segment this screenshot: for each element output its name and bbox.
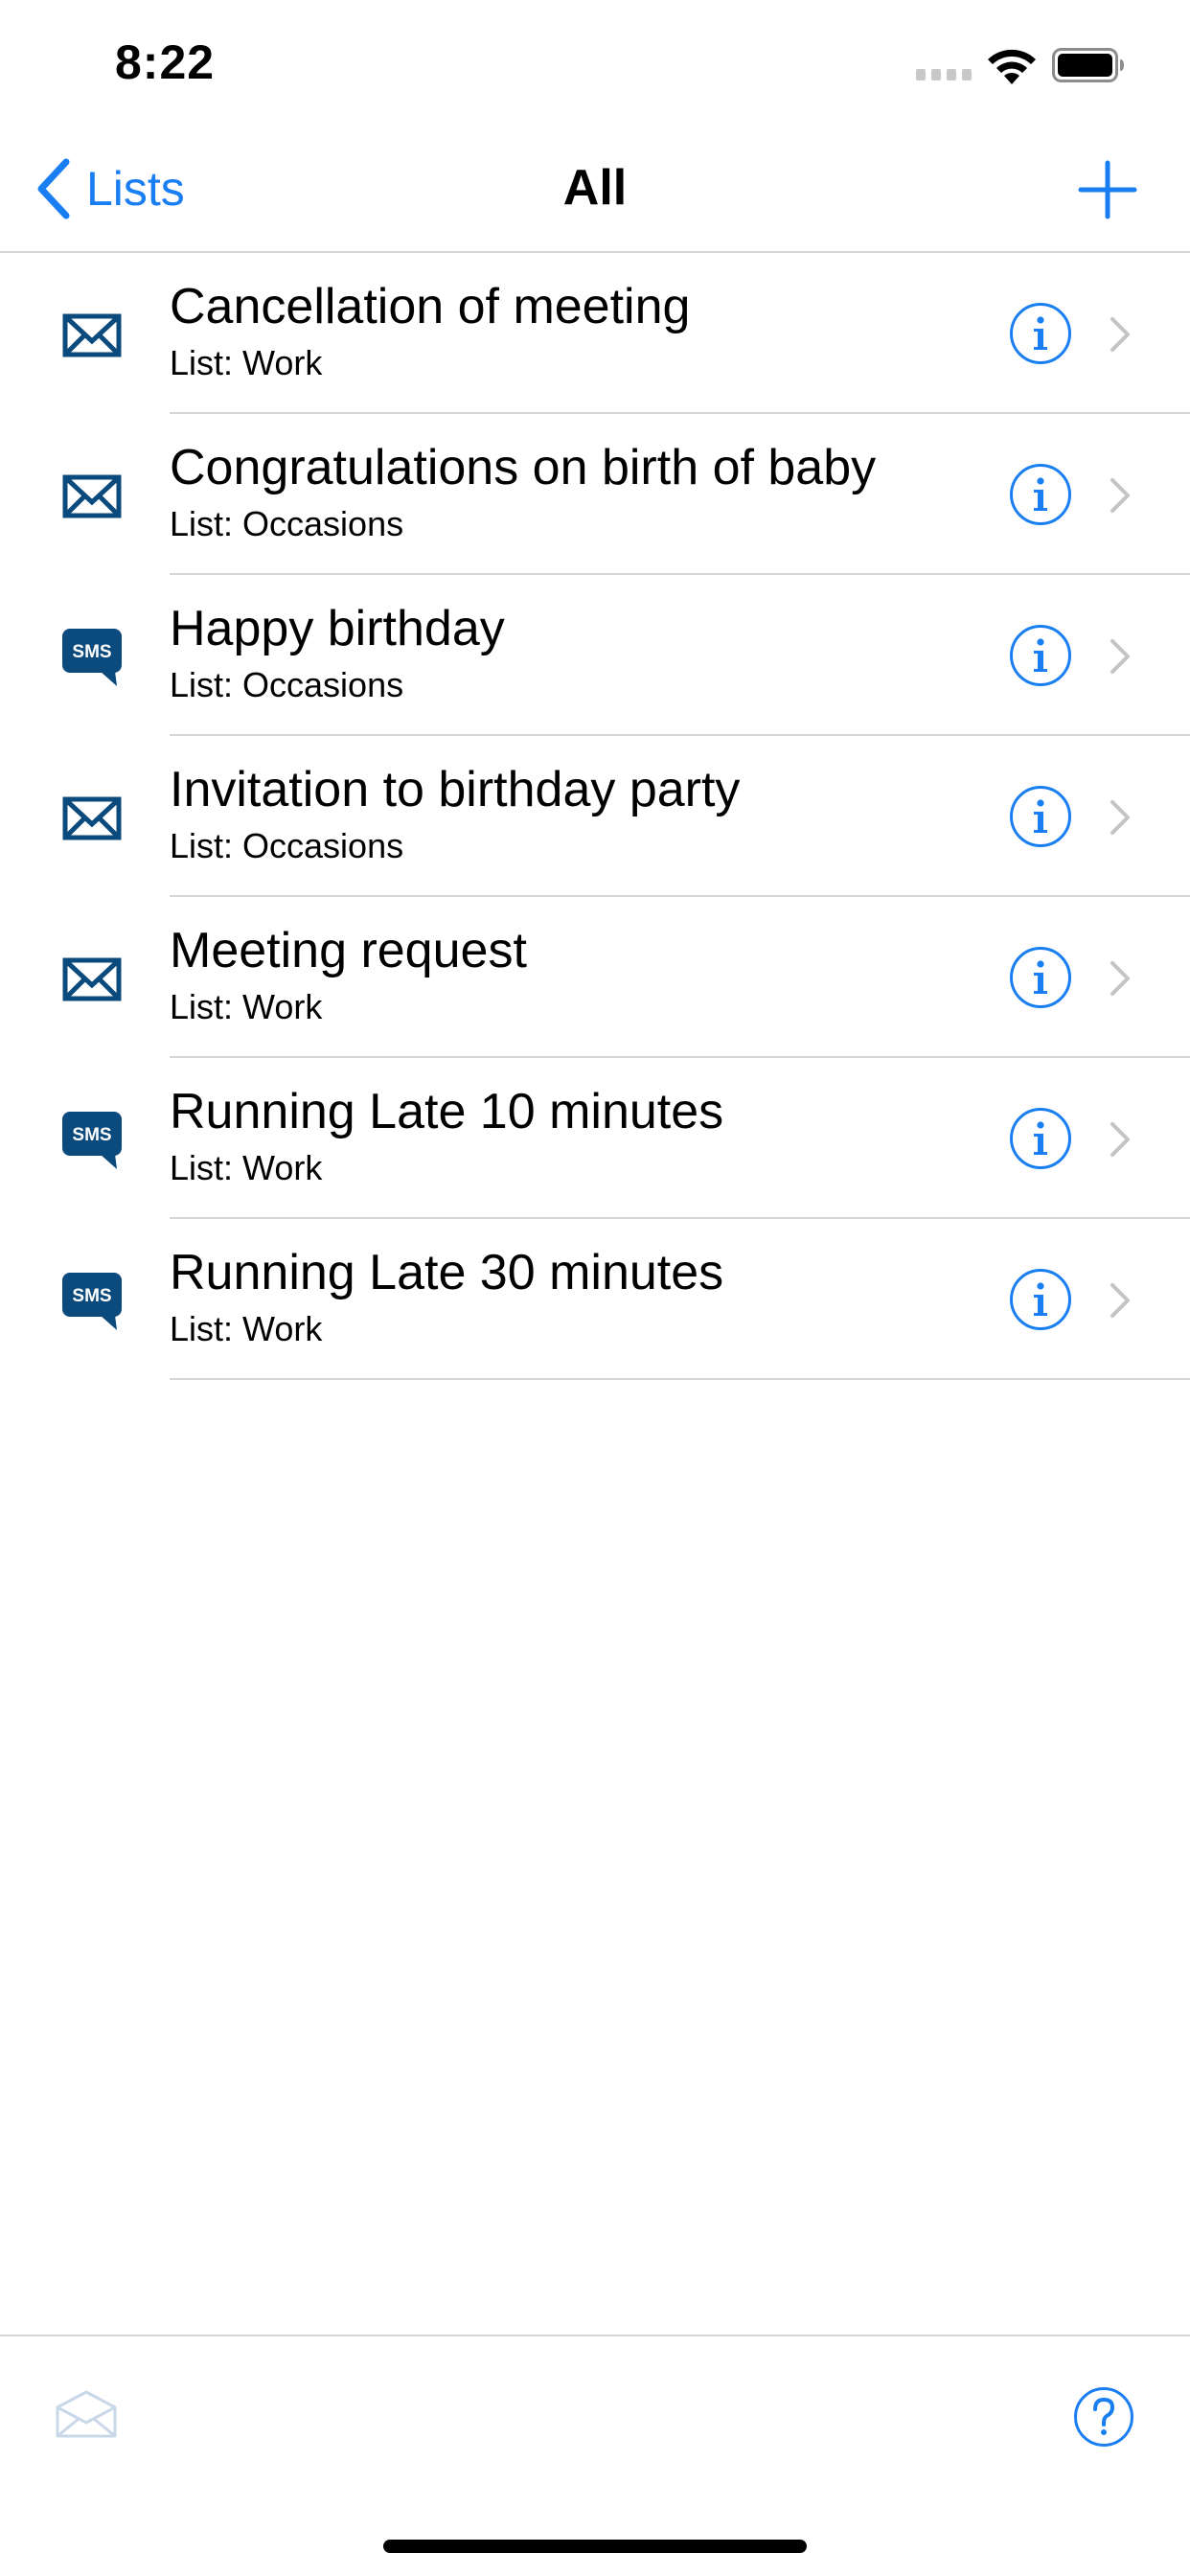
cellular-signal-icon xyxy=(916,65,973,80)
info-icon[interactable] xyxy=(1009,463,1072,526)
list-item[interactable]: Congratulations on birth of baby List: O… xyxy=(0,414,1190,575)
info-icon[interactable] xyxy=(1009,946,1072,1009)
envelope-open-icon[interactable] xyxy=(54,2388,119,2442)
info-icon[interactable] xyxy=(1009,785,1072,848)
home-indicator xyxy=(383,2540,807,2553)
sms-badge-text: SMS xyxy=(72,642,111,662)
battery-icon xyxy=(1052,48,1124,82)
message-title: Cancellation of meeting xyxy=(170,279,691,334)
plus-icon[interactable] xyxy=(1077,159,1138,220)
message-title: Happy birthday xyxy=(170,601,505,656)
list-item[interactable]: SMS Running Late 30 minutes List: Work xyxy=(0,1219,1190,1380)
status-time: 8:22 xyxy=(115,35,216,89)
question-mark-icon[interactable] xyxy=(1073,2386,1134,2448)
sms-badge-text: SMS xyxy=(72,1286,111,1306)
sms-bubble-icon: SMS xyxy=(61,1271,123,1332)
page-title: All xyxy=(562,160,628,216)
message-list: Cancellation of meeting List: Work Congr… xyxy=(0,253,1190,1380)
navigation-bar: Lists All xyxy=(0,126,1190,253)
info-icon[interactable] xyxy=(1009,302,1072,365)
message-list-name: List: Work xyxy=(170,1148,323,1187)
message-title: Invitation to birthday party xyxy=(170,762,741,817)
message-list-name: List: Work xyxy=(170,1309,323,1348)
message-title: Congratulations on birth of baby xyxy=(170,440,877,495)
envelope-icon xyxy=(61,788,123,849)
list-item[interactable]: SMS Running Late 10 minutes List: Work xyxy=(0,1058,1190,1219)
message-list-name: List: Work xyxy=(170,343,323,382)
envelope-icon xyxy=(61,949,123,1010)
info-icon[interactable] xyxy=(1009,1268,1072,1331)
info-icon[interactable] xyxy=(1009,1107,1072,1170)
sms-bubble-icon: SMS xyxy=(61,1110,123,1171)
row-separator xyxy=(170,1378,1190,1380)
message-list-name: List: Work xyxy=(170,987,323,1026)
sms-bubble-icon: SMS xyxy=(61,627,123,688)
chevron-right-icon xyxy=(1110,1122,1130,1157)
message-list-name: List: Occasions xyxy=(170,826,404,865)
sms-badge-text: SMS xyxy=(72,1125,111,1145)
list-item[interactable]: Cancellation of meeting List: Work xyxy=(0,253,1190,414)
info-icon[interactable] xyxy=(1009,624,1072,687)
message-list-name: List: Occasions xyxy=(170,504,404,543)
list-item[interactable]: Invitation to birthday party List: Occas… xyxy=(0,736,1190,897)
list-item[interactable]: Meeting request List: Work xyxy=(0,897,1190,1058)
message-title: Running Late 10 minutes xyxy=(170,1084,724,1139)
chevron-right-icon xyxy=(1110,478,1130,513)
chevron-right-icon xyxy=(1110,800,1130,835)
chevron-right-icon xyxy=(1110,639,1130,674)
wifi-icon xyxy=(988,49,1036,84)
envelope-icon xyxy=(61,305,123,366)
status-bar: 8:22 xyxy=(0,0,1190,126)
chevron-right-icon xyxy=(1110,961,1130,996)
chevron-right-icon xyxy=(1110,1283,1130,1318)
chevron-right-icon xyxy=(1110,317,1130,352)
envelope-icon xyxy=(61,466,123,527)
message-list-name: List: Occasions xyxy=(170,665,404,704)
list-item[interactable]: SMS Happy birthday List: Occasions xyxy=(0,575,1190,736)
message-title: Meeting request xyxy=(170,923,527,978)
message-title: Running Late 30 minutes xyxy=(170,1245,724,1300)
